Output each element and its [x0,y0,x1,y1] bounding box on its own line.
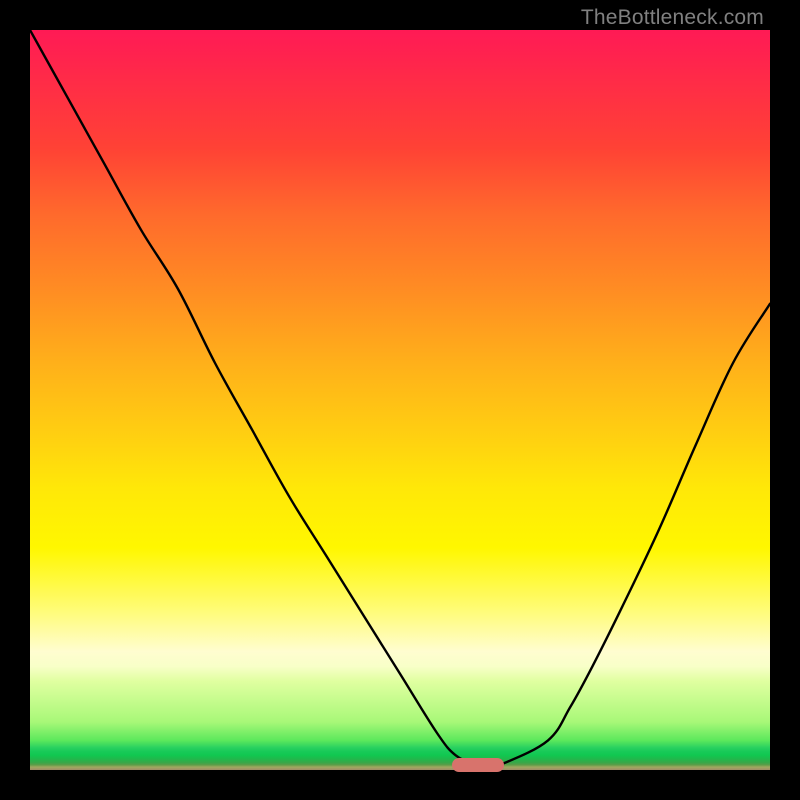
curve-svg [30,30,770,770]
optimum-marker [452,758,504,772]
chart-container: TheBottleneck.com [0,0,800,800]
watermark-text: TheBottleneck.com [581,6,764,30]
bottleneck-curve [30,30,770,766]
plot-area [30,30,770,770]
